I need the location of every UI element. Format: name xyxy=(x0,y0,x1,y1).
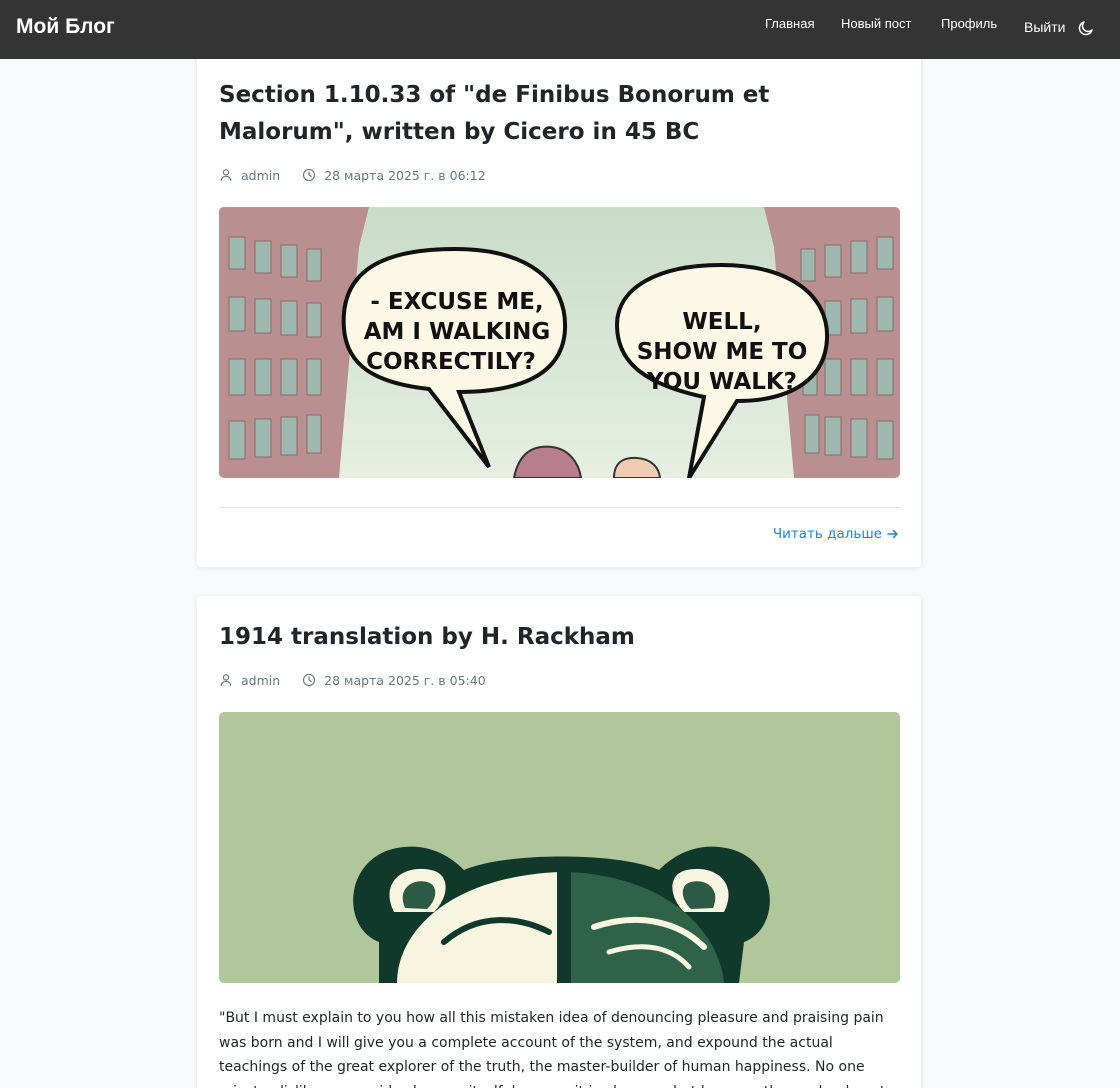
post-meta: admin 28 марта 2025 г. в 06:12 xyxy=(219,166,486,184)
post-author: admin xyxy=(241,672,281,688)
bear-illustration xyxy=(219,712,900,983)
user-icon xyxy=(220,674,232,686)
bubble-right-line-2: SHOW ME TO xyxy=(637,339,808,365)
nav-link-home[interactable]: Главная xyxy=(765,16,814,31)
top-navbar: Мой Блог Главная Новый пост Профиль Выйт… xyxy=(0,0,1120,59)
post-author: admin xyxy=(241,167,281,183)
post-card: Section 1.10.33 of "de Finibus Bonorum e… xyxy=(197,48,921,567)
bubble-left-line-3: CORRECTILY? xyxy=(366,349,536,375)
post-meta: admin 28 марта 2025 г. в 05:40 xyxy=(219,671,486,689)
read-more-link[interactable]: Читать дальше xyxy=(773,526,899,542)
nav-link-profile[interactable]: Профиль xyxy=(941,16,997,31)
brand-logo[interactable]: Мой Блог xyxy=(16,15,115,39)
comic-illustration: - EXCUSE ME, AM I WALKING CORRECTILY? WE… xyxy=(219,207,900,478)
nav-link-new-post[interactable]: Новый пост xyxy=(841,16,911,31)
post-date: 28 марта 2025 г. в 05:40 xyxy=(324,672,486,688)
read-more-label: Читать дальше xyxy=(772,526,882,542)
bubble-left-line-2: AM I WALKING xyxy=(364,319,551,345)
post-image[interactable] xyxy=(219,712,900,983)
bubble-left-line-1: - EXCUSE ME, xyxy=(370,289,543,315)
bubble-right-line-1: WELL, xyxy=(682,309,761,335)
user-icon xyxy=(220,169,232,181)
arrow-right-icon xyxy=(887,529,898,539)
clock-icon xyxy=(303,168,316,182)
post-title[interactable]: Section 1.10.33 of "de Finibus Bonorum e… xyxy=(219,77,899,151)
post-card: 1914 translation by H. Rackham admin 28 … xyxy=(197,596,921,1088)
post-title[interactable]: 1914 translation by H. Rackham xyxy=(219,619,899,656)
nav-link-logout[interactable]: Выйти xyxy=(1024,19,1065,35)
clock-icon xyxy=(303,673,316,687)
post-image[interactable]: - EXCUSE ME, AM I WALKING CORRECTILY? WE… xyxy=(219,207,900,478)
bubble-right-line-3: YOU WALK? xyxy=(646,369,797,395)
card-divider xyxy=(219,507,900,508)
post-excerpt: "But I must explain to you how all this … xyxy=(219,1010,885,1088)
post-date: 28 марта 2025 г. в 06:12 xyxy=(324,167,486,183)
moon-icon[interactable] xyxy=(1077,19,1095,37)
